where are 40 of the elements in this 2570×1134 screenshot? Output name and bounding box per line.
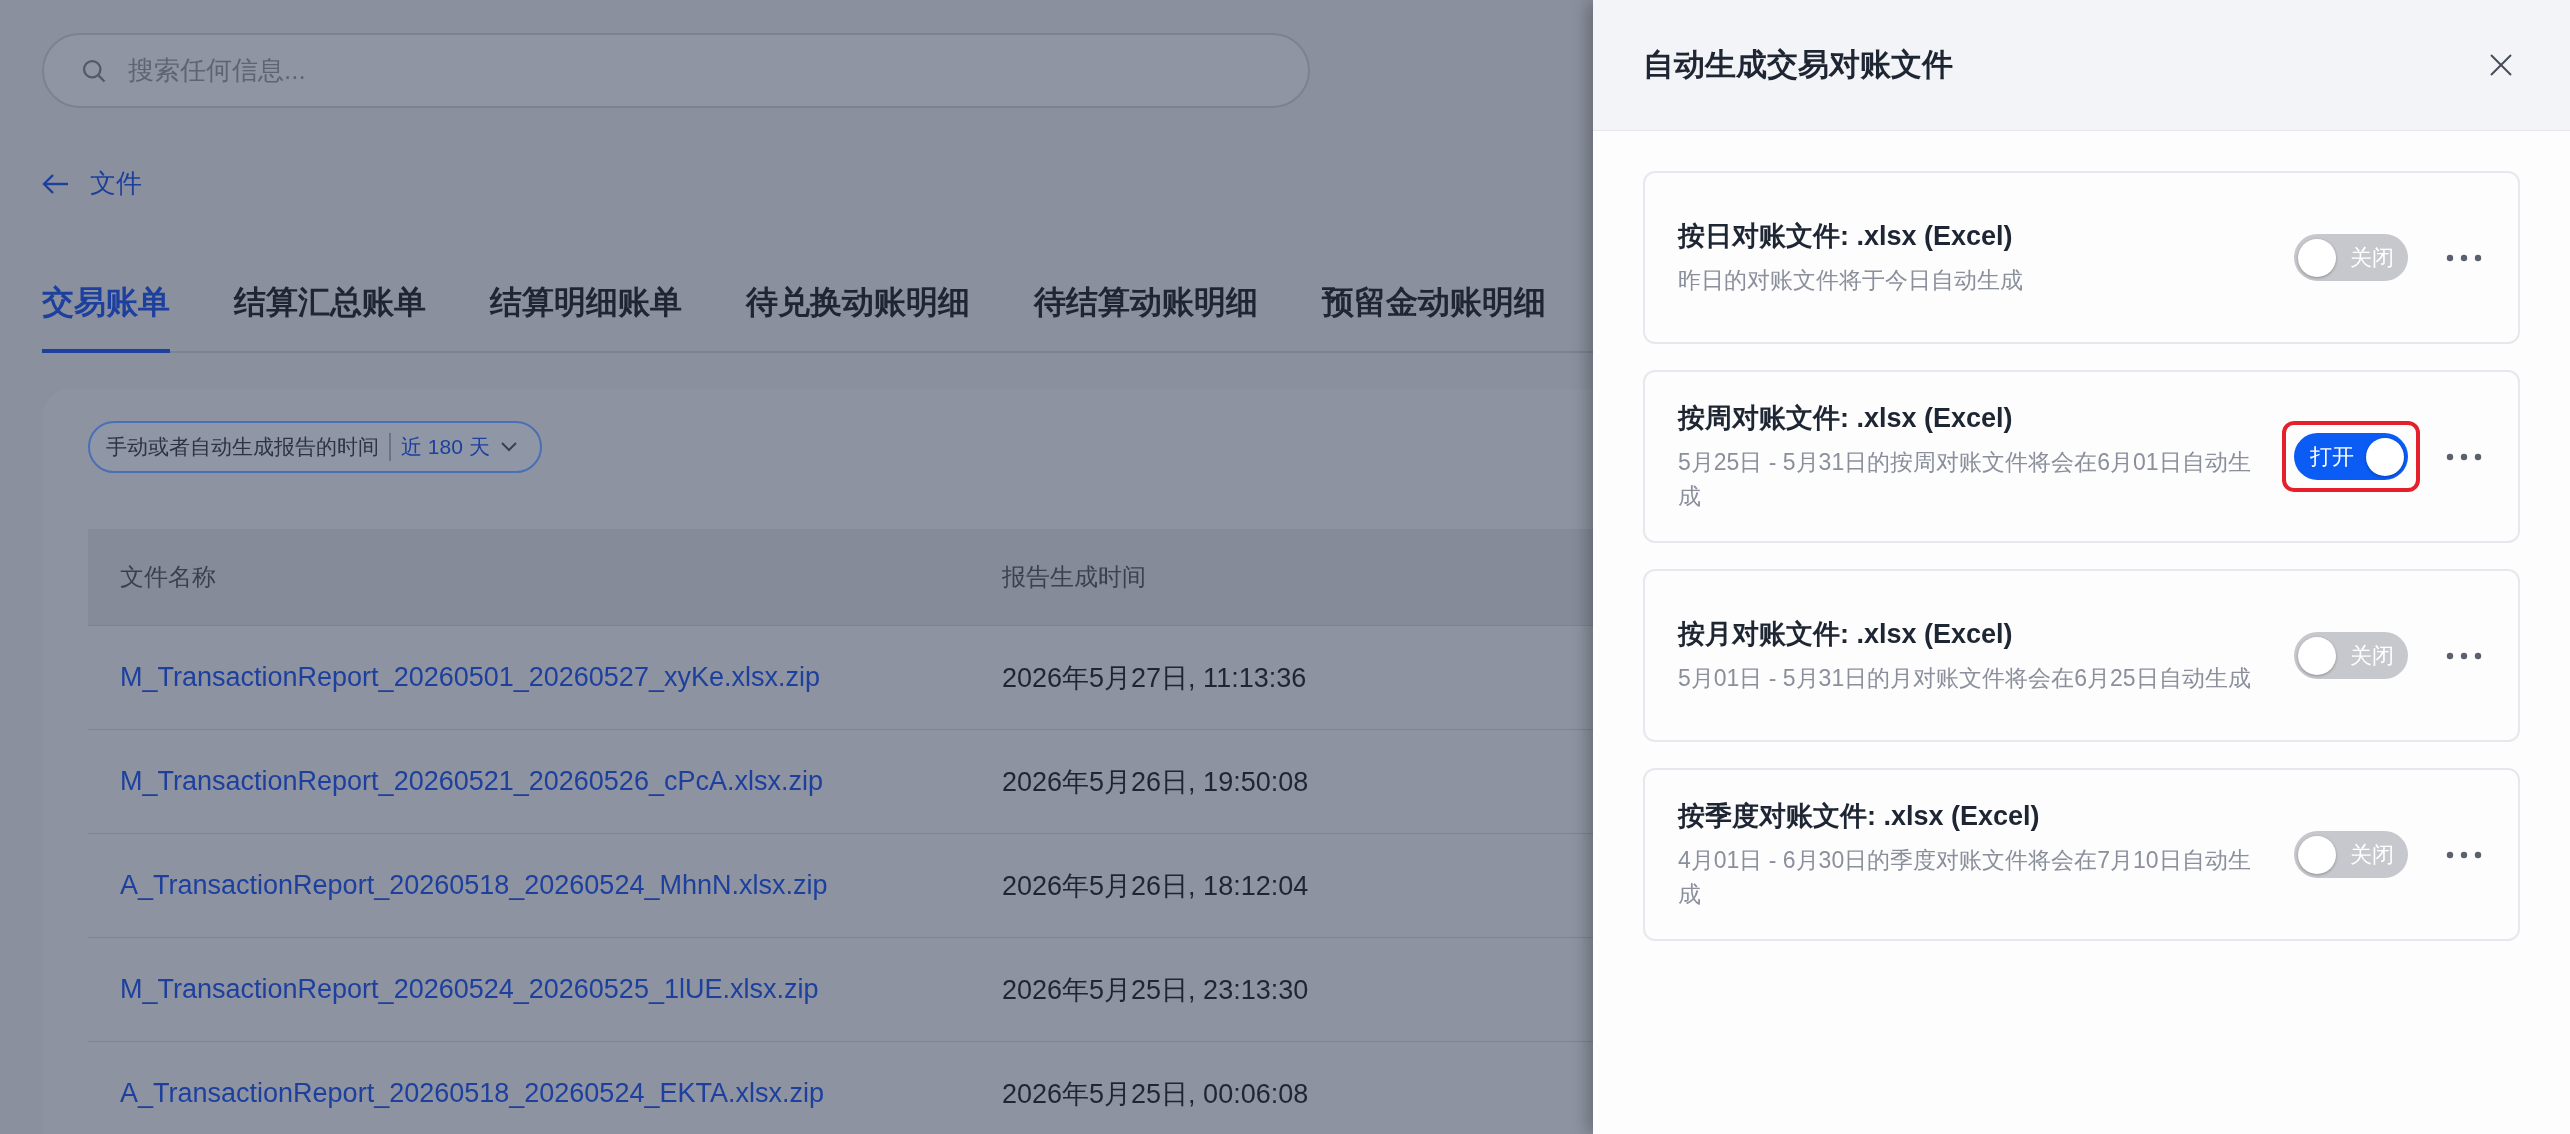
table-cell-text: 2026年5月27日, 11:13:36 [1002, 661, 1308, 695]
table-cell-text: 2026年5月26日, 19:50:08 [1002, 765, 1310, 799]
tab[interactable]: 待兑换动账明细 [746, 281, 970, 353]
file-link[interactable]: A_TransactionReport_20260518_20260524_MhnN.xlsx.zip [120, 870, 828, 901]
table-cell-text: 2026年5月25日, 23:13:30 [1002, 973, 1310, 1007]
date-filter[interactable]: 手动或者自动生成报告的时间 近 180 天 [88, 421, 542, 473]
schedule-description: 5月25日 - 5月31日的按周对账文件将会在6月01日自动生成 [1678, 448, 2252, 511]
column-header: 文件名称 [120, 562, 217, 592]
chevron-down-icon [499, 441, 518, 453]
arrow-left-icon [42, 172, 70, 195]
tab[interactable]: 预留金动账明细 [1322, 281, 1546, 353]
more-dots-icon [2446, 651, 2482, 660]
tab[interactable]: 结算汇总账单 [234, 281, 426, 353]
back-link[interactable]: 文件 [42, 166, 142, 201]
table-cell-text: 2026年5月25日, 00:06:08 [1002, 1077, 1310, 1111]
table-cell-text: 2026年5月26日, 18:12:04 [1002, 869, 1310, 903]
file-link[interactable]: M_TransactionReport_20260501_20260527_xyKe.xlsx.zip [120, 662, 820, 693]
schedule-description: 5月01日 - 5月31日的月对账文件将会在6月25日自动生成 [1678, 663, 2252, 693]
tab[interactable]: 待结算动账明细 [1034, 281, 1258, 353]
close-icon [2488, 52, 2514, 78]
toggle-switch[interactable]: 关闭 [2294, 234, 2408, 281]
schedule-description: 4月01日 - 6月30日的季度对账文件将会在7月10日自动生成 [1678, 846, 2252, 909]
toggle-switch[interactable]: 关闭 [2294, 831, 2408, 878]
schedule-title: 按季度对账文件: .xlsx (Excel) [1678, 800, 2041, 834]
more-dots-icon [2446, 253, 2482, 262]
schedule-title: 按月对账文件: .xlsx (Excel) [1678, 617, 2014, 651]
schedule-title: 按日对账文件: .xlsx (Excel) [1678, 219, 2014, 253]
schedule-description: 昨日的对账文件将于今日自动生成 [1678, 265, 2024, 295]
toggle-switch[interactable]: 打开 [2294, 433, 2408, 480]
more-dots-icon [2446, 850, 2482, 859]
file-link[interactable]: M_TransactionReport_20260521_20260526_cPcA.xlsx.zip [120, 766, 823, 797]
tab[interactable]: 交易账单 [42, 281, 170, 353]
panel-title: 自动生成交易对账文件 [1643, 46, 1953, 84]
column-header: 报告生成时间 [1002, 562, 1147, 592]
toggle-switch[interactable]: 关闭 [2294, 632, 2408, 679]
tab[interactable]: 结算明细账单 [490, 281, 682, 353]
schedule-title: 按周对账文件: .xlsx (Excel) [1678, 402, 2014, 436]
more-dots-icon [2446, 452, 2482, 461]
file-link[interactable]: A_TransactionReport_20260518_20260524_EKTA.xlsx.zip [120, 1078, 824, 1109]
file-link[interactable]: M_TransactionReport_20260524_20260525_1lUE.xlsx.zip [120, 974, 819, 1005]
